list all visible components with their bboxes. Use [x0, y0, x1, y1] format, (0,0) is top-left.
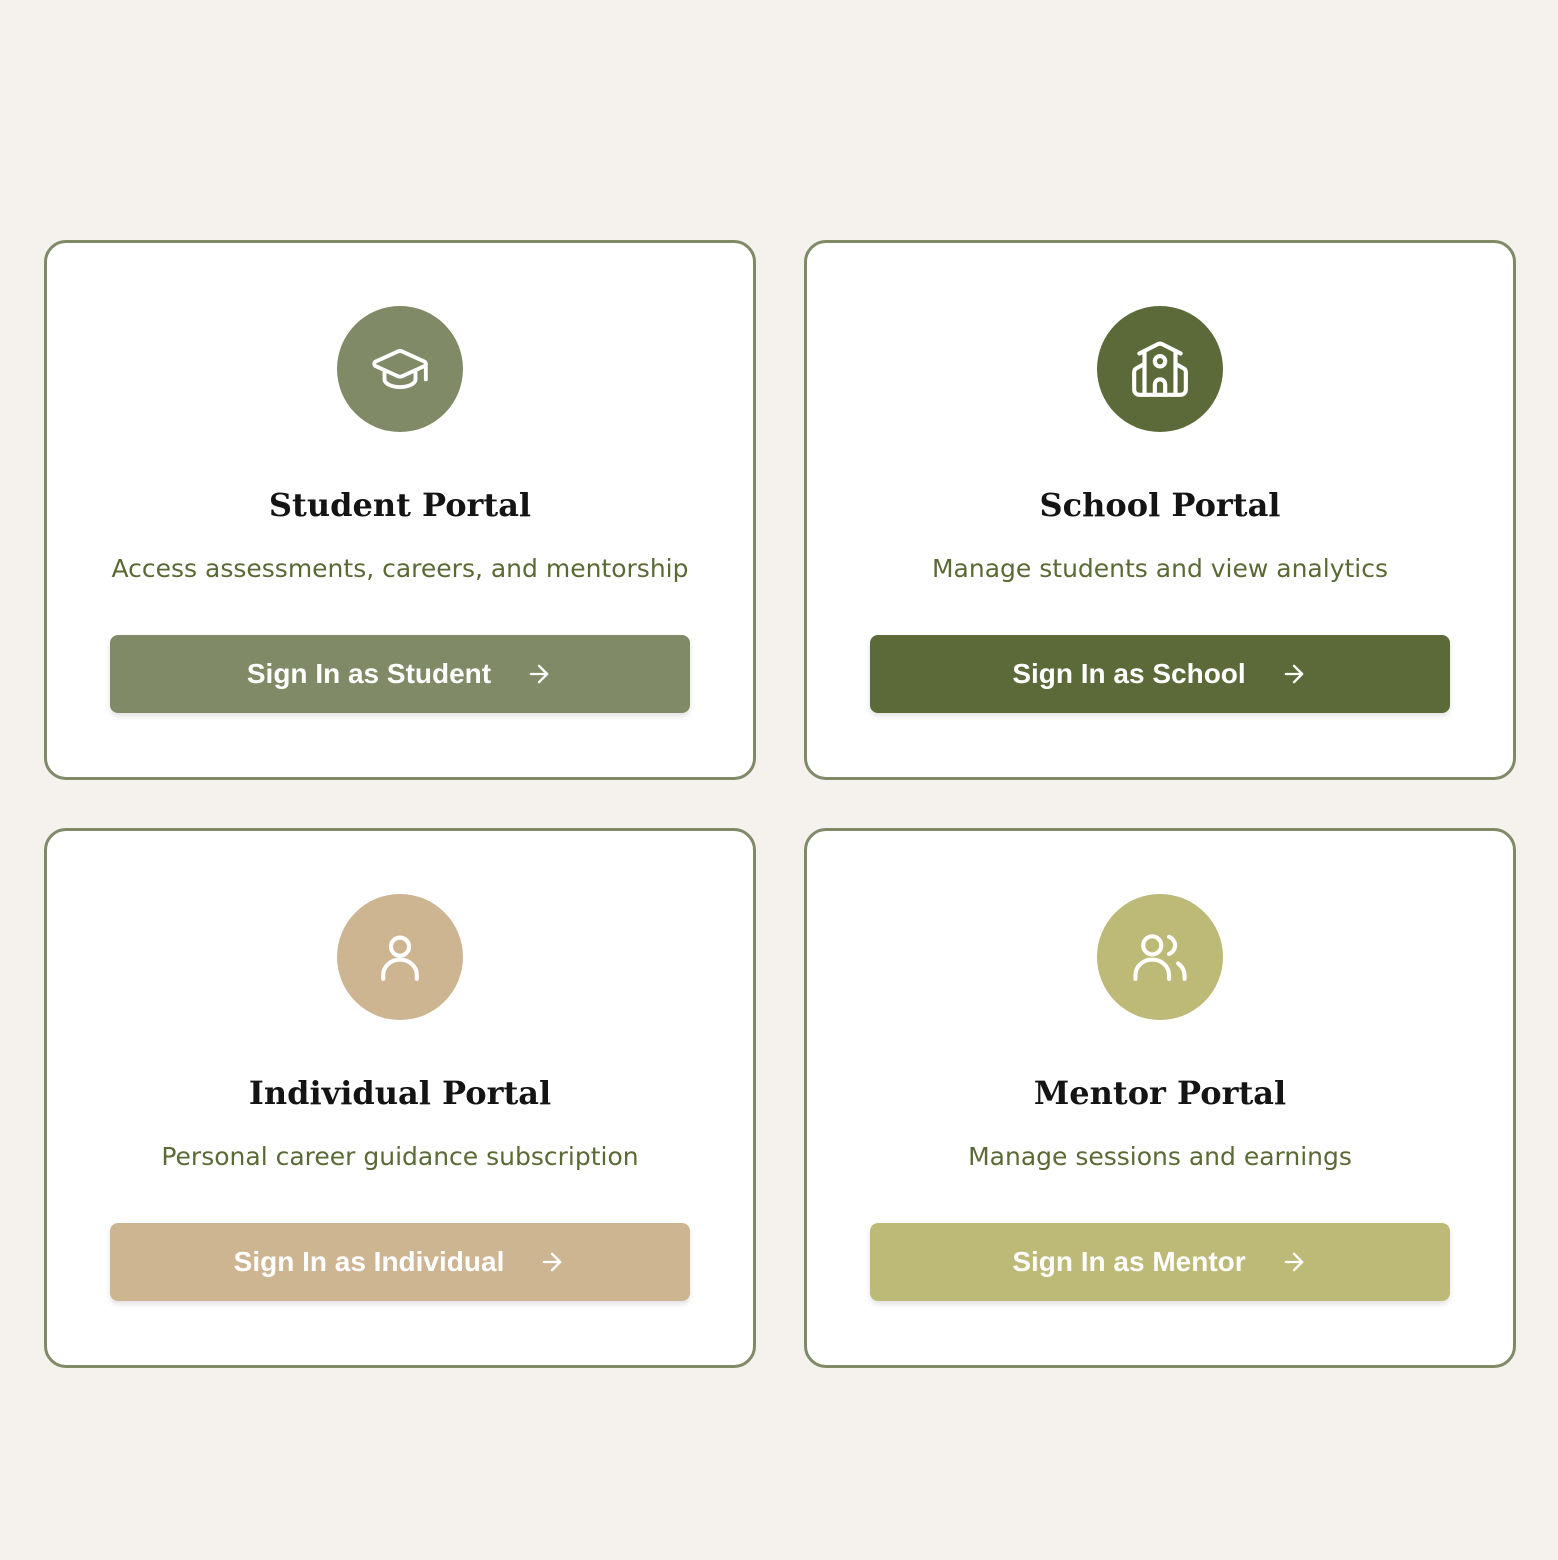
student-portal-card: Student Portal Access assessments, caree… — [44, 240, 756, 780]
school-portal-title: School Portal — [1039, 486, 1281, 524]
student-portal-description: Access assessments, careers, and mentors… — [111, 554, 689, 583]
sign-in-student-button[interactable]: Sign In as Student — [110, 635, 690, 713]
mentor-icon-badge — [1097, 894, 1223, 1020]
individual-portal-card: Individual Portal Personal career guidan… — [44, 828, 756, 1368]
user-icon — [381, 935, 419, 982]
arrow-right-icon — [1280, 1248, 1308, 1276]
arrow-right-icon — [525, 660, 553, 688]
arrow-right-icon — [1280, 660, 1308, 688]
individual-portal-description: Personal career guidance subscription — [161, 1142, 639, 1171]
school-portal-description: Manage students and view analytics — [931, 554, 1389, 583]
sign-in-individual-button[interactable]: Sign In as Individual — [110, 1223, 690, 1301]
portal-grid: Student Portal Access assessments, caree… — [44, 240, 1516, 1368]
school-icon-badge — [1097, 306, 1223, 432]
individual-portal-title: Individual Portal — [248, 1074, 552, 1112]
sign-in-mentor-label: Sign In as Mentor — [1012, 1246, 1246, 1277]
mentor-portal-description: Manage sessions and earnings — [968, 1142, 1352, 1171]
arrow-right-icon — [538, 1248, 566, 1276]
individual-icon-badge — [337, 894, 463, 1020]
users-icon — [1133, 934, 1187, 982]
school-building-icon — [1132, 341, 1188, 397]
mentor-portal-card: Mentor Portal Manage sessions and earnin… — [804, 828, 1516, 1368]
sign-in-school-button[interactable]: Sign In as School — [870, 635, 1450, 713]
student-portal-title: Student Portal — [268, 486, 532, 524]
sign-in-school-label: Sign In as School — [1012, 658, 1246, 689]
sign-in-student-label: Sign In as Student — [246, 658, 492, 689]
graduation-cap-icon — [372, 349, 428, 389]
student-icon-badge — [337, 306, 463, 432]
school-portal-card: School Portal Manage students and view a… — [804, 240, 1516, 780]
sign-in-mentor-button[interactable]: Sign In as Mentor — [870, 1223, 1450, 1301]
mentor-portal-title: Mentor Portal — [1033, 1074, 1287, 1112]
sign-in-individual-label: Sign In as Individual — [233, 1246, 505, 1277]
